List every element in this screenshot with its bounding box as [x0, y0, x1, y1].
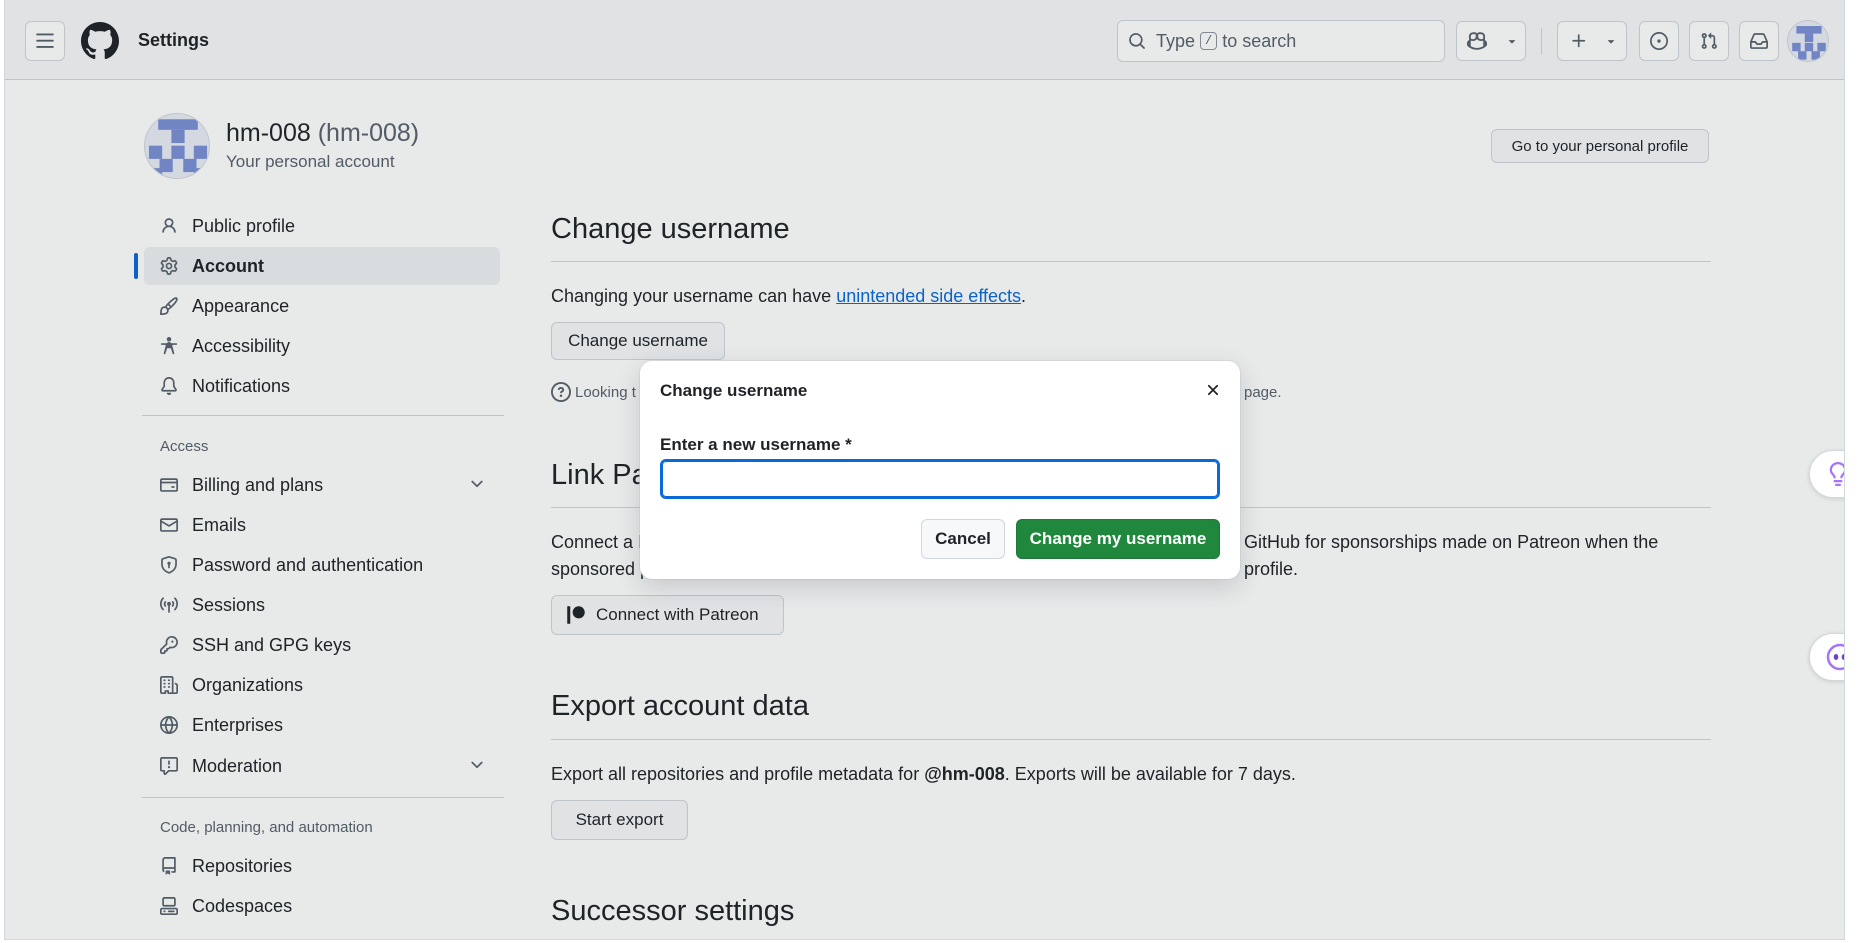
new-username-input[interactable] [660, 459, 1220, 499]
robot-face-icon [1826, 643, 1844, 671]
close-icon [1207, 384, 1219, 396]
app-window: Settings Type / to search hm-008 (hm-008… [4, 0, 1845, 940]
lightbulb-icon [1829, 462, 1844, 486]
close-button[interactable] [1202, 379, 1224, 401]
dialog-title: Change username [660, 381, 808, 400]
cancel-button[interactable]: Cancel [921, 519, 1005, 559]
change-username-dialog: Change username Enter a new username * C… [640, 361, 1240, 579]
new-username-label: Enter a new username * [660, 435, 852, 454]
change-my-username-button[interactable]: Change my username [1016, 519, 1220, 559]
